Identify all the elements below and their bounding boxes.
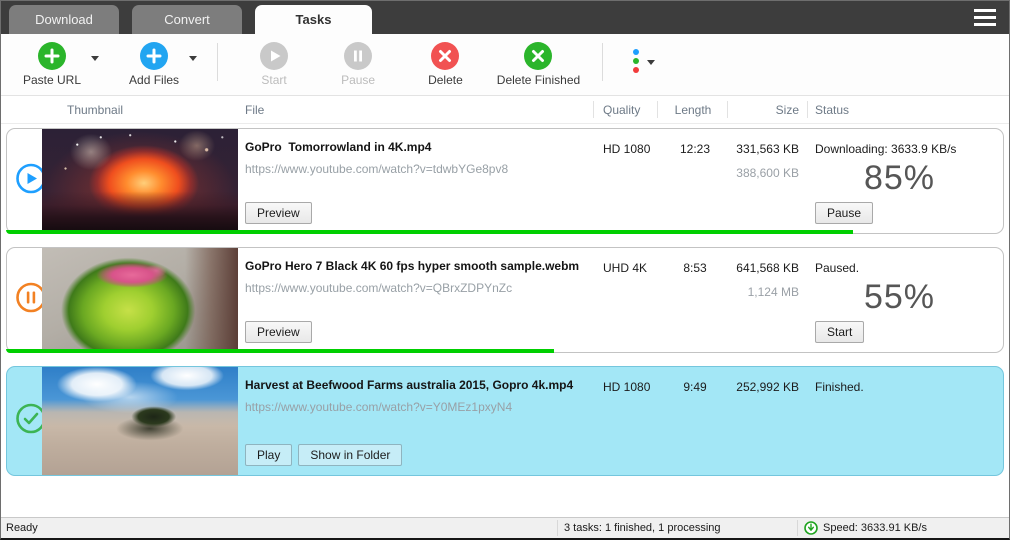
toolbar: Paste URL Add Files Start Pause Delete D…: [1, 34, 1009, 96]
delete-button[interactable]: Delete: [402, 42, 489, 87]
task-row-paused[interactable]: GoPro Hero 7 Black 4K 60 fps hyper smoot…: [6, 247, 1004, 353]
size-downloaded: 641,568 KB: [736, 261, 799, 275]
statusbar-separator: [797, 520, 798, 536]
tab-tasks[interactable]: Tasks: [255, 5, 372, 34]
pause-label: Pause: [341, 73, 376, 87]
pause-button[interactable]: Pause: [314, 42, 402, 87]
tab-download[interactable]: Download: [9, 5, 119, 34]
size-downloaded: 252,992 KB: [736, 380, 799, 394]
file-name: GoPro Hero 7 Black 4K 60 fps hyper smoot…: [245, 259, 580, 273]
header-separator: [807, 101, 808, 118]
x-circle-icon: [431, 42, 460, 70]
progress-bar: [6, 230, 853, 234]
play-button[interactable]: Play: [245, 444, 293, 466]
progress-bar: [6, 349, 554, 353]
file-url: https://www.youtube.com/watch?v=Y0MEz1px…: [245, 400, 513, 414]
play-circle-icon: [260, 42, 289, 70]
task-row-downloading[interactable]: GoPro Tomorrowland in 4K.mp4 https://www…: [6, 128, 1004, 234]
plus-circle-icon: [38, 42, 67, 70]
quality-value: UHD 4K: [603, 261, 648, 275]
file-info: GoPro Tomorrowland in 4K.mp4 https://www…: [245, 140, 595, 224]
status-ready: Ready: [6, 522, 38, 534]
header-separator: [657, 101, 658, 118]
fireworks-show-thumbnail: [42, 129, 238, 233]
status-task-summary: 3 tasks: 1 finished, 1 processing: [564, 522, 721, 534]
column-thumbnail[interactable]: Thumbnail: [67, 103, 123, 117]
column-quality[interactable]: Quality: [603, 103, 640, 117]
statusbar-separator: [557, 520, 558, 536]
progress-percent: 85%: [863, 159, 935, 197]
status-text: Downloading: 3633.9 KB/s: [815, 142, 957, 156]
table-header: Thumbnail File Quality Length Size Statu…: [1, 96, 1009, 124]
add-files-label: Add Files: [129, 73, 180, 87]
flower-planter-street-thumbnail: [42, 248, 238, 352]
column-size[interactable]: Size: [707, 103, 799, 117]
pause-task-button[interactable]: Pause: [815, 202, 874, 224]
tab-convert[interactable]: Convert: [132, 5, 242, 34]
download-circle-icon: [804, 521, 818, 535]
three-dots-menu-icon[interactable]: [633, 48, 640, 73]
status-text: Finished.: [815, 380, 864, 394]
more-dropdown-icon[interactable]: [647, 60, 656, 65]
size-value: 252,992 KB: [707, 380, 799, 394]
file-name: GoPro Tomorrowland in 4K.mp4: [245, 140, 432, 154]
add-files-dropdown-icon[interactable]: [189, 56, 198, 61]
preview-button[interactable]: Preview: [245, 202, 312, 224]
file-url: https://www.youtube.com/watch?v=QBrxZDPY…: [245, 281, 513, 295]
size-value: 641,568 KB 1,124 MB: [707, 261, 799, 299]
start-task-button[interactable]: Start: [815, 321, 865, 343]
quality-value: HD 1080: [603, 380, 651, 394]
column-status[interactable]: Status: [815, 103, 849, 117]
delete-finished-button[interactable]: Delete Finished: [489, 42, 588, 87]
x-circle-icon: [524, 42, 553, 70]
file-info: Harvest at Beefwood Farms australia 2015…: [245, 378, 595, 466]
status-text: Paused.: [815, 261, 860, 275]
tab-download-label: Download: [35, 12, 93, 27]
add-files-button[interactable]: Add Files: [119, 42, 189, 87]
paste-url-button[interactable]: Paste URL: [13, 42, 91, 87]
toolbar-separator: [602, 42, 604, 81]
paste-url-dropdown-icon[interactable]: [91, 56, 100, 61]
file-info: GoPro Hero 7 Black 4K 60 fps hyper smoot…: [245, 259, 595, 343]
titlebar: Download Convert Tasks: [1, 1, 1009, 34]
task-row-finished[interactable]: Harvest at Beefwood Farms australia 2015…: [6, 366, 1004, 476]
header-separator: [727, 101, 728, 118]
size-downloaded: 331,563 KB: [736, 142, 799, 156]
file-url: https://www.youtube.com/watch?v=tdwbYGe8…: [245, 162, 509, 176]
status-bar: Ready 3 tasks: 1 finished, 1 processing …: [1, 517, 1009, 538]
quality-value: HD 1080: [603, 142, 651, 156]
pause-circle-icon: [344, 42, 373, 70]
start-button[interactable]: Start: [234, 42, 314, 87]
app-window: Download Convert Tasks Paste URL Add Fil…: [0, 0, 1010, 540]
tractor-dusty-field-thumbnail: [42, 367, 238, 475]
tab-convert-label: Convert: [164, 12, 210, 27]
paste-url-label: Paste URL: [23, 73, 82, 87]
tab-tasks-label: Tasks: [295, 12, 332, 27]
status-speed-text: Speed: 3633.91 KB/s: [823, 522, 927, 534]
size-total: 1,124 MB: [747, 285, 799, 299]
show-in-folder-button[interactable]: Show in Folder: [298, 444, 403, 466]
preview-button[interactable]: Preview: [245, 321, 312, 343]
status-speed: Speed: 3633.91 KB/s: [804, 518, 927, 538]
file-name: Harvest at Beefwood Farms australia 2015…: [245, 378, 574, 392]
start-label: Start: [261, 73, 287, 87]
task-list: GoPro Tomorrowland in 4K.mp4 https://www…: [1, 124, 1009, 476]
progress-percent: 55%: [863, 278, 935, 316]
size-total: 388,600 KB: [736, 166, 799, 180]
column-file[interactable]: File: [245, 103, 264, 117]
hamburger-menu-icon[interactable]: [974, 9, 996, 26]
plus-circle-icon: [140, 42, 169, 70]
header-separator: [593, 101, 594, 118]
toolbar-separator: [217, 42, 219, 81]
delete-finished-label: Delete Finished: [496, 73, 581, 87]
delete-label: Delete: [428, 73, 463, 87]
size-value: 331,563 KB 388,600 KB: [707, 142, 799, 180]
